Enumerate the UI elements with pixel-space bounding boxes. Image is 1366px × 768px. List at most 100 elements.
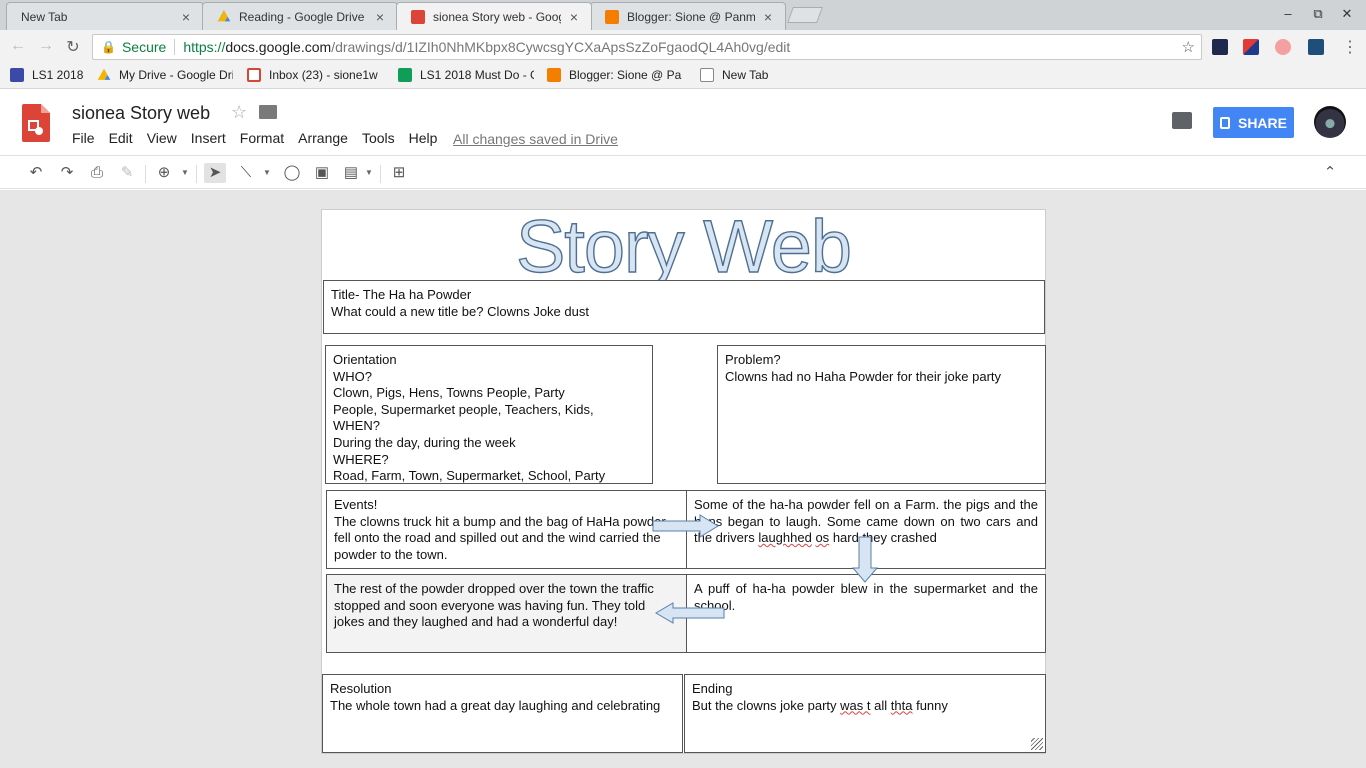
menu-format[interactable]: Format <box>240 130 284 146</box>
url-path: /drawings/d/1IZIh0NhMKbpx8CywcsgYCXaApsS… <box>331 39 791 55</box>
bookmark-label: LS1 2018 <box>32 68 84 82</box>
tab-new-tab[interactable]: New Tab × <box>6 2 204 30</box>
drive-icon <box>217 10 231 22</box>
events-box[interactable]: Events! The clowns truck hit a bump and … <box>326 490 687 569</box>
drawing-canvas[interactable]: Story Web Title- The Ha ha Powder What c… <box>321 204 1046 754</box>
text-box-icon[interactable]: ▣ <box>311 163 333 183</box>
town-box[interactable]: The rest of the powder dropped over the … <box>326 574 687 653</box>
orientation-box[interactable]: Orientation WHO? Clown, Pigs, Hens, Town… <box>325 345 653 484</box>
address-bar[interactable]: 🔒 Secure https:// docs.google.com /drawi… <box>92 34 1202 60</box>
new-tab-button[interactable] <box>787 7 823 23</box>
star-icon[interactable]: ☆ <box>231 102 247 123</box>
orientation-line: During the day, during the week <box>333 434 516 450</box>
bookmark-my-drive[interactable]: My Drive - Google Dri <box>97 68 233 82</box>
bookmark-star-icon[interactable]: ☆ <box>1182 38 1195 56</box>
close-icon[interactable]: × <box>567 9 581 25</box>
extension-slash-icon[interactable] <box>1243 39 1259 55</box>
orientation-line: WHO? <box>333 368 372 384</box>
extension-screencast-icon[interactable] <box>1308 39 1324 55</box>
menu-arrange[interactable]: Arrange <box>298 130 348 146</box>
url-host: docs.google.com <box>225 39 332 55</box>
tab-blogger[interactable]: Blogger: Sione @ Panmu × <box>590 2 786 30</box>
tab-label: sionea Story web - Googl <box>433 9 561 24</box>
zoom-icon[interactable]: ⊕ <box>153 163 175 183</box>
resolution-box[interactable]: Resolution The whole town had a great da… <box>322 674 683 753</box>
chevron-down-icon[interactable]: ▼ <box>181 163 189 183</box>
save-status[interactable]: All changes saved in Drive <box>453 131 618 147</box>
menu-file[interactable]: File <box>72 130 95 146</box>
comments-icon[interactable] <box>1172 112 1192 129</box>
window-close-icon[interactable]: ✕ <box>1338 6 1356 22</box>
story-web-heading[interactable]: Story Web <box>322 204 1045 289</box>
print-icon[interactable]: ⎙ <box>86 163 108 183</box>
extension-read-write-icon[interactable] <box>1212 39 1228 55</box>
menu-insert[interactable]: Insert <box>191 130 226 146</box>
bookmark-label: LS1 2018 Must Do - G <box>420 68 534 82</box>
new-title-line: What could a new title be? Clowns Joke d… <box>331 303 589 319</box>
toolbar-divider <box>196 165 197 183</box>
resize-handle[interactable] <box>1031 738 1043 750</box>
menu-edit[interactable]: Edit <box>109 130 133 146</box>
url-scheme: https:// <box>183 39 226 55</box>
folder-icon[interactable] <box>259 105 277 119</box>
gmail-icon <box>247 68 261 82</box>
bookmark-ls1-2018[interactable]: LS1 2018 <box>10 68 90 82</box>
menu-tools[interactable]: Tools <box>362 130 395 146</box>
reload-icon[interactable]: ↻ <box>63 37 83 57</box>
orientation-line: Clown, Pigs, Hens, Towns People, Party <box>333 385 565 401</box>
bookmark-blogger[interactable]: Blogger: Sione @ Pa <box>547 68 683 82</box>
bookmark-inbox[interactable]: Inbox (23) - sione1w <box>247 68 385 82</box>
chevron-down-icon[interactable]: ▼ <box>365 163 373 183</box>
arrow-right-shape[interactable] <box>652 514 720 538</box>
ending-heading: Ending <box>692 681 733 696</box>
collapse-chevron-icon[interactable]: ⌃ <box>1319 163 1341 183</box>
ending-box[interactable]: Ending But the clowns joke party was t a… <box>684 674 1046 753</box>
google-drawings-logo[interactable] <box>22 104 50 142</box>
avatar[interactable] <box>1314 106 1346 138</box>
orientation-line: WHERE? <box>333 451 389 467</box>
puff-box[interactable]: A puff of ha-ha powder blew in the super… <box>686 574 1046 653</box>
bookmarks-bar: LS1 2018 My Drive - Google Dri Inbox (23… <box>0 64 1366 89</box>
select-cursor-icon[interactable]: ➤ <box>204 163 226 183</box>
menu-view[interactable]: View <box>147 130 177 146</box>
orientation-line: People, Supermarket people, Teachers, Ki… <box>333 401 594 417</box>
redo-icon[interactable]: ↷ <box>56 163 78 183</box>
image-icon[interactable]: ▤ <box>340 163 362 183</box>
extension-cast-icon[interactable] <box>1275 39 1291 55</box>
close-icon[interactable]: × <box>761 9 775 25</box>
bookmark-new-tab[interactable]: New Tab <box>700 68 780 82</box>
title-box[interactable]: Title- The Ha ha Powder What could a new… <box>323 280 1045 334</box>
undo-icon[interactable]: ↶ <box>25 163 47 183</box>
problem-box[interactable]: Problem? Clowns had no Haha Powder for t… <box>717 345 1046 484</box>
add-comment-icon[interactable]: ⊞ <box>388 163 410 183</box>
farm-misspelled-as: os <box>815 530 830 546</box>
shape-tool-icon[interactable]: ◯ <box>281 163 303 183</box>
arrow-down-shape[interactable] <box>852 536 878 584</box>
menu-bar: File Edit View Insert Format Arrange Too… <box>72 130 451 146</box>
ending-misspelled-thta: thta <box>890 697 913 713</box>
browser-tab-strip: New Tab × Reading - Google Drive × sione… <box>0 0 1366 30</box>
menu-help[interactable]: Help <box>409 130 438 146</box>
lock-icon <box>1219 116 1230 129</box>
close-icon[interactable]: × <box>179 9 193 25</box>
forward-icon[interactable]: → <box>36 37 56 55</box>
arrow-left-shape[interactable] <box>655 602 725 624</box>
orientation-line: WHEN? <box>333 418 380 434</box>
close-icon[interactable]: × <box>373 9 387 25</box>
minimize-icon[interactable]: – <box>1279 6 1297 21</box>
tab-story-web[interactable]: sionea Story web - Googl × <box>396 2 592 30</box>
chevron-down-icon[interactable]: ▼ <box>263 163 271 183</box>
tab-reading-google-drive[interactable]: Reading - Google Drive × <box>202 2 398 30</box>
back-icon[interactable]: ← <box>8 37 28 55</box>
lock-icon: 🔒 <box>101 40 116 54</box>
line-tool-icon[interactable]: ⟍ <box>235 163 257 183</box>
bookmark-ls1-must-do[interactable]: LS1 2018 Must Do - G <box>398 68 534 82</box>
browser-menu-icon[interactable]: ⋮ <box>1340 37 1360 57</box>
restore-icon[interactable]: ⧉ <box>1309 6 1327 22</box>
document-title[interactable]: sionea Story web <box>72 103 210 124</box>
paint-format-icon[interactable]: ✎ <box>116 163 138 183</box>
orientation-heading: Orientation <box>333 352 397 367</box>
share-button[interactable]: SHARE <box>1213 107 1294 138</box>
page-icon <box>700 68 714 82</box>
drawing-toolbar: ↶ ↷ ⎙ ✎ ⊕ ▼ ➤ ⟍ ▼ ◯ ▣ ▤ ▼ ⊞ ⌃ <box>0 157 1366 189</box>
